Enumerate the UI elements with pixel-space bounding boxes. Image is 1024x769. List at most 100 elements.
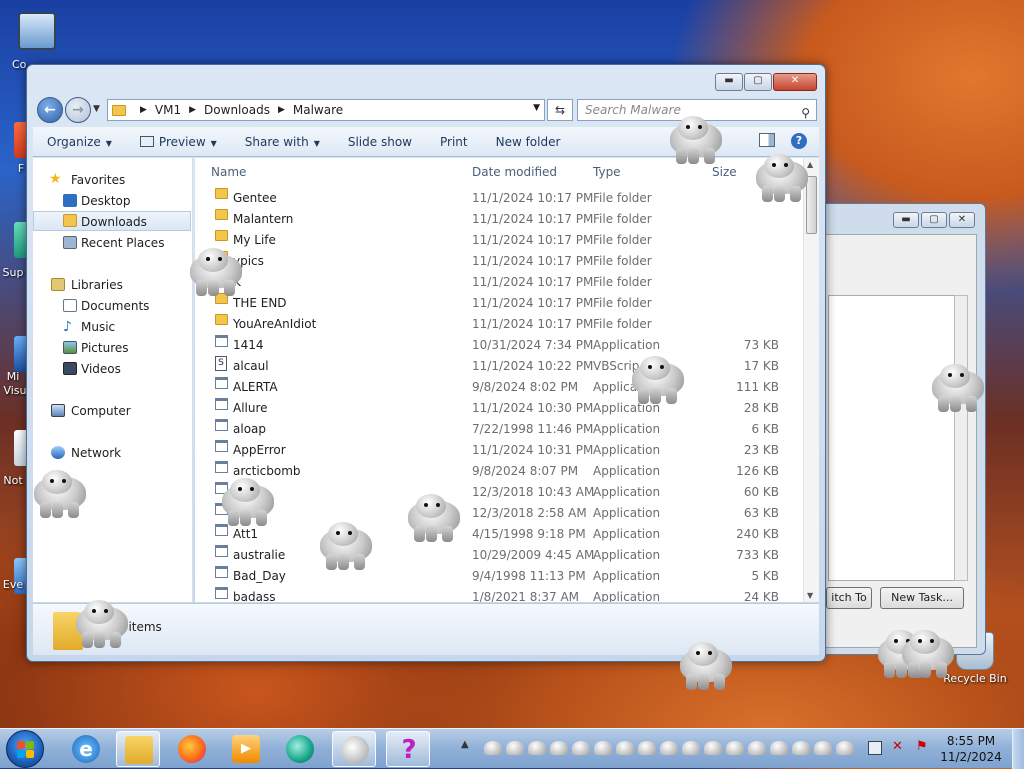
file-row[interactable]: Allure 11/1/2024 10:30 PM Application 28 KB bbox=[195, 398, 795, 419]
taskbar-question-app[interactable]: ? bbox=[386, 731, 430, 767]
nav-recent-places[interactable]: Recent Places bbox=[33, 233, 191, 253]
file-list[interactable]: Name ▲ Date modified Type Size Gentee11/… bbox=[195, 158, 819, 602]
print-button[interactable]: Print bbox=[426, 135, 482, 149]
file-row[interactable]: THE END 11/1/2024 10:17 PM File folder bbox=[195, 293, 795, 314]
taskbar-media-player[interactable]: ▶ bbox=[224, 731, 268, 767]
organize-menu[interactable]: Organize ▼ bbox=[33, 135, 126, 149]
back-button[interactable]: ← bbox=[37, 97, 63, 123]
nav-downloads[interactable]: Downloads bbox=[33, 211, 191, 231]
tray-bear-icon[interactable] bbox=[682, 741, 700, 755]
breadcrumb-vm1[interactable]: VM1 bbox=[155, 103, 181, 117]
close-button[interactable]: ✕ bbox=[773, 73, 817, 91]
tray-bear-icon[interactable] bbox=[814, 741, 832, 755]
column-header-name[interactable]: Name bbox=[211, 158, 246, 186]
tray-bear-icon[interactable] bbox=[726, 741, 744, 755]
minimize-button[interactable]: ▬ bbox=[893, 212, 919, 228]
task-list[interactable] bbox=[828, 295, 956, 581]
search-icon[interactable]: ⚲ bbox=[801, 103, 810, 123]
nav-libraries[interactable]: Libraries bbox=[33, 275, 191, 295]
file-row[interactable]: Salcaul 11/1/2024 10:22 PM VBScrip 17 KB bbox=[195, 356, 795, 377]
tray-bear-icon[interactable] bbox=[638, 741, 656, 755]
task-list-scrollbar[interactable] bbox=[954, 295, 968, 581]
file-row[interactable]: 1414 10/31/2024 7:34 PM Application 73 KB bbox=[195, 335, 795, 356]
tray-bear-icon[interactable] bbox=[572, 741, 590, 755]
file-list-scrollbar[interactable]: ▲ ▼ bbox=[803, 158, 819, 602]
file-row[interactable]: K11/1/2024 10:17 PMFile folder bbox=[195, 272, 795, 293]
file-row[interactable]: australie 10/29/2009 4:45 AM Application 73… bbox=[195, 545, 795, 566]
nav-network[interactable]: Network bbox=[33, 443, 191, 463]
file-row[interactable]: arcticbomb 9/8/2024 8:07 PM Application 126… bbox=[195, 461, 795, 482]
tray-bear-icon[interactable] bbox=[484, 741, 502, 755]
taskbar-internet-explorer[interactable]: e bbox=[64, 731, 108, 767]
task-manager-window[interactable]: ▬ ▢ ✕ itch To New Task... bbox=[808, 203, 986, 655]
column-header-date[interactable]: Date modified bbox=[472, 158, 557, 186]
tray-bear-icon[interactable] bbox=[594, 741, 612, 755]
file-row[interactable]: Gentee 11/1/2024 10:17 PM File folder bbox=[195, 188, 795, 209]
file-row[interactable]: ypics 11/1/2024 10:17 PM File folder bbox=[195, 251, 795, 272]
breadcrumb-arrow-icon[interactable]: ▶ bbox=[140, 105, 147, 115]
breadcrumb-arrow-icon[interactable]: ▶ bbox=[189, 105, 196, 115]
tray-bear-icon[interactable] bbox=[704, 741, 722, 755]
show-desktop-button[interactable] bbox=[1012, 729, 1024, 769]
clock[interactable]: 8:55 PM 11/2/2024 bbox=[936, 733, 1006, 765]
breadcrumb-downloads[interactable]: Downloads bbox=[204, 103, 270, 117]
refresh-button[interactable]: ⇆ bbox=[547, 99, 573, 121]
tray-bear-icon[interactable] bbox=[616, 741, 634, 755]
taskbar-explorer[interactable] bbox=[116, 731, 160, 767]
file-row[interactable]: Bad_Day 9/4/1998 11:13 PM Application 5 KB bbox=[195, 566, 795, 587]
close-button[interactable]: ✕ bbox=[949, 212, 975, 228]
tray-bear-icon[interactable] bbox=[836, 741, 854, 755]
taskbar-firefox[interactable] bbox=[170, 731, 214, 767]
file-row[interactable]: ALERTA 9/8/2024 8:02 PM Applica 111 KB bbox=[195, 377, 795, 398]
desktop-icon-computer[interactable]: Co bbox=[2, 12, 72, 71]
maximize-button[interactable]: ▢ bbox=[921, 212, 947, 228]
show-hidden-icons-icon[interactable]: ▲ bbox=[461, 739, 469, 750]
file-row[interactable]: Malantern 11/1/2024 10:17 PM File folder bbox=[195, 209, 795, 230]
nav-documents[interactable]: Documents bbox=[33, 296, 191, 316]
file-row[interactable]: aloap 7/22/1998 11:46 PM Application 6 KB bbox=[195, 419, 795, 440]
nav-computer[interactable]: Computer bbox=[33, 401, 191, 421]
file-row[interactable]: AppError 11/1/2024 10:31 PM Application 23 … bbox=[195, 440, 795, 461]
minimize-button[interactable]: ▬ bbox=[715, 73, 743, 91]
address-bar[interactable]: ▶ VM1 ▶ Downloads ▶ Malware ▼ bbox=[107, 99, 545, 121]
tray-bear-icon[interactable] bbox=[748, 741, 766, 755]
file-row[interactable]: My Life 11/1/2024 10:17 PM File folder bbox=[195, 230, 795, 251]
new-task-button[interactable]: New Task... bbox=[880, 587, 964, 609]
column-header-type[interactable]: Type bbox=[593, 158, 621, 186]
switch-to-button[interactable]: itch To bbox=[826, 587, 872, 609]
nav-videos[interactable]: Videos bbox=[33, 359, 191, 379]
breadcrumb-arrow-icon[interactable]: ▶ bbox=[278, 105, 285, 115]
address-dropdown-icon[interactable]: ▼ bbox=[533, 103, 540, 113]
help-icon[interactable]: ? bbox=[791, 133, 807, 149]
nav-music[interactable]: ♪ Music bbox=[33, 317, 191, 337]
start-button[interactable] bbox=[6, 730, 44, 768]
tray-bear-icon[interactable] bbox=[528, 741, 546, 755]
forward-button[interactable]: → bbox=[65, 97, 91, 123]
scroll-down-icon[interactable]: ▼ bbox=[807, 591, 813, 600]
preview-pane-icon[interactable] bbox=[759, 133, 775, 147]
taskbar-bear-app[interactable] bbox=[332, 731, 376, 767]
tray-bear-icon[interactable] bbox=[660, 741, 678, 755]
slide-show-button[interactable]: Slide show bbox=[334, 135, 426, 149]
file-row[interactable]: badass 1/8/2021 8:37 AM Application 24 KB bbox=[195, 587, 795, 602]
recent-pages-dropdown-icon[interactable]: ▼ bbox=[93, 104, 100, 114]
maximize-button[interactable]: ▢ bbox=[744, 73, 772, 91]
tray-bear-icon[interactable] bbox=[550, 741, 568, 755]
file-row[interactable]: 12/3/2018 2:58 AM Application 63 KB bbox=[195, 503, 795, 524]
breadcrumb-malware[interactable]: Malware bbox=[293, 103, 343, 117]
action-center-icon[interactable]: ⚑ bbox=[916, 739, 928, 754]
nav-favorites[interactable]: ★ Favorites bbox=[33, 170, 191, 190]
taskbar-app[interactable] bbox=[278, 731, 322, 767]
volume-muted-icon[interactable]: ✕ bbox=[892, 739, 903, 754]
file-row[interactable]: YouAreAnIdiot 11/1/2024 10:17 PM File fold… bbox=[195, 314, 795, 335]
tray-bear-icon[interactable] bbox=[506, 741, 524, 755]
file-row[interactable]: Att1 4/15/1998 9:18 PM Application 240 KB bbox=[195, 524, 795, 545]
tray-bear-icon[interactable] bbox=[792, 741, 810, 755]
nav-desktop[interactable]: Desktop bbox=[33, 191, 191, 211]
nav-pictures[interactable]: Pictures bbox=[33, 338, 191, 358]
preview-menu[interactable]: Preview ▼ bbox=[126, 135, 231, 149]
tray-bear-icon[interactable] bbox=[770, 741, 788, 755]
network-tray-icon[interactable] bbox=[868, 741, 882, 755]
share-with-menu[interactable]: Share with ▼ bbox=[231, 135, 334, 149]
new-folder-button[interactable]: New folder bbox=[482, 135, 575, 149]
